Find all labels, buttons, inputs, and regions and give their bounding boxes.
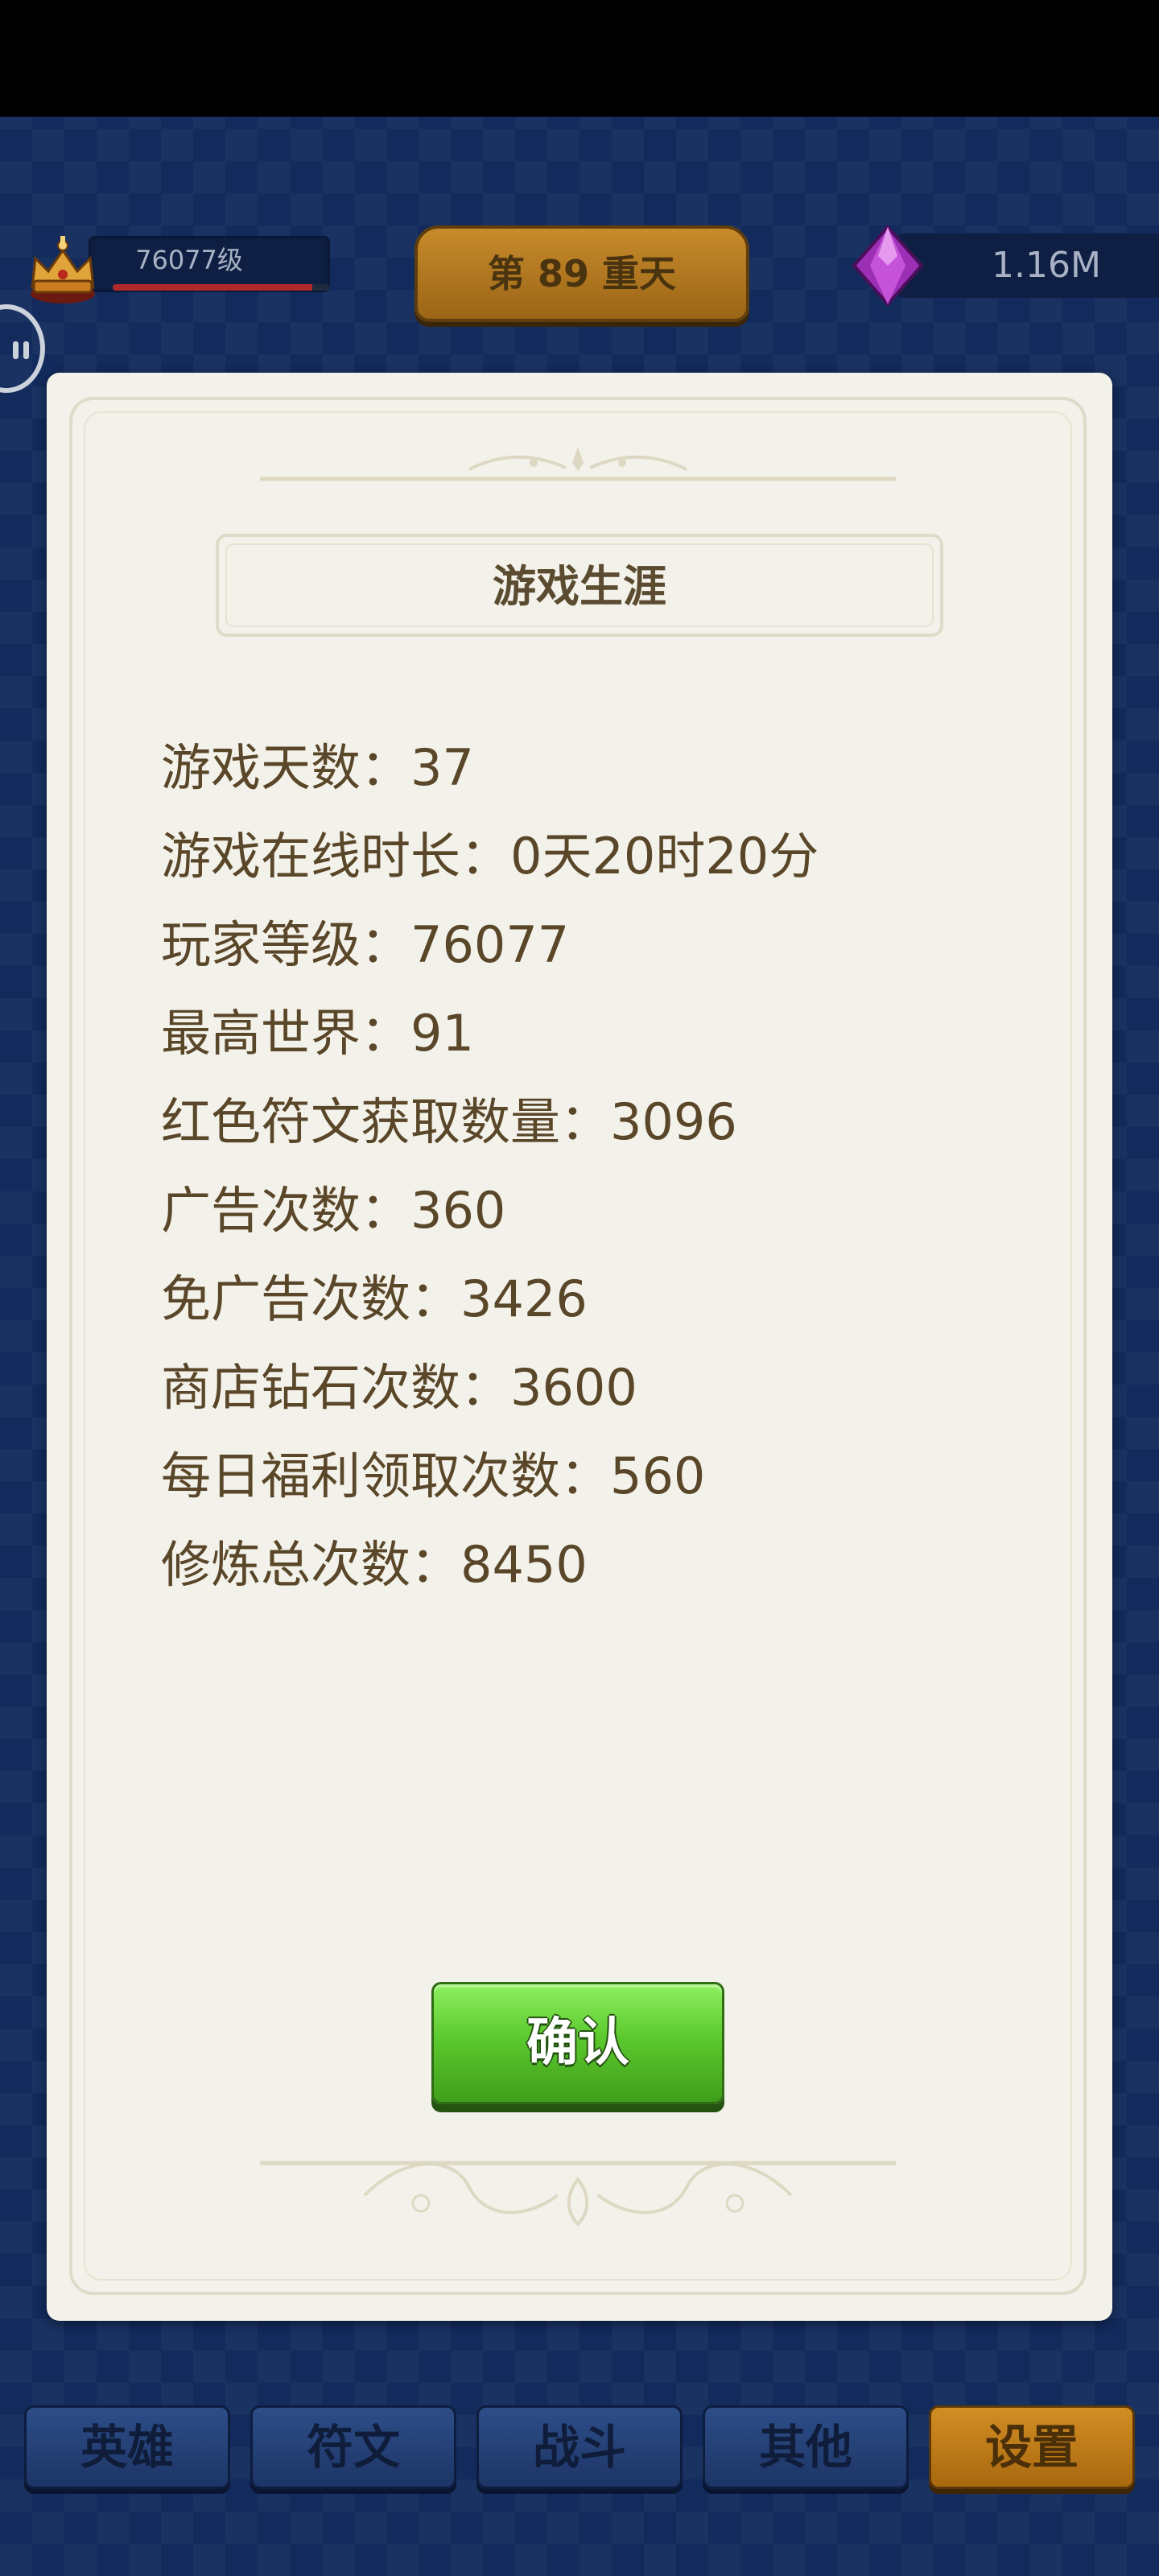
tab-other[interactable]: 其他 xyxy=(703,2405,909,2489)
title-plate: 游戏生涯 xyxy=(216,534,943,637)
tab-runes-label: 符文 xyxy=(306,2420,400,2475)
tab-battle-label: 战斗 xyxy=(532,2420,626,2475)
gem-amount: 1.16M xyxy=(992,245,1101,286)
side-drawer-handle-icon[interactable] xyxy=(0,304,45,393)
level-progress-fill xyxy=(113,284,313,291)
tab-other-label: 其他 xyxy=(758,2420,852,2475)
stat-online-time: 游戏在线时长：0天20时20分 xyxy=(161,827,819,886)
tab-heroes-label: 英雄 xyxy=(80,2420,174,2475)
confirm-button-label: 确认 xyxy=(526,2013,629,2073)
stat-training-count: 修炼总次数：8450 xyxy=(161,1535,588,1594)
tab-settings[interactable]: 设置 xyxy=(929,2405,1135,2489)
stat-highest-world: 最高世界：91 xyxy=(161,1004,474,1063)
level-progress-bar xyxy=(113,284,330,291)
floor-banner: 第 89 重天 xyxy=(415,225,749,322)
stat-shop-diamond-count: 商店钻石次数：3600 xyxy=(161,1358,637,1417)
stat-play-days: 游戏天数：37 xyxy=(161,738,474,797)
player-level-text: 76077级 xyxy=(135,245,243,275)
top-ornament xyxy=(260,447,896,481)
stat-red-runes: 红色符文获取数量：3096 xyxy=(161,1092,737,1151)
dialog-title: 游戏生涯 xyxy=(493,561,666,612)
tab-runes[interactable]: 符文 xyxy=(250,2405,456,2489)
bottom-tab-bar: 英雄 符文 战斗 其他 设置 xyxy=(24,2405,1135,2494)
stat-ad-free-count: 免广告次数：3426 xyxy=(161,1269,588,1328)
tab-battle[interactable]: 战斗 xyxy=(476,2405,683,2489)
game-career-dialog: 游戏生涯 游戏天数：37 游戏在线时长：0天20时20分 玩家等级：76077 … xyxy=(47,373,1112,2321)
crown-icon xyxy=(31,236,95,303)
purple-gem-icon xyxy=(852,224,924,308)
stat-daily-welfare-count: 每日福利领取次数：560 xyxy=(161,1447,706,1505)
tab-settings-label: 设置 xyxy=(984,2420,1079,2475)
stat-ad-count: 广告次数：360 xyxy=(161,1181,506,1240)
stat-player-level: 玩家等级：76077 xyxy=(161,915,570,974)
tab-heroes[interactable]: 英雄 xyxy=(24,2405,230,2489)
confirm-button[interactable]: 确认 xyxy=(431,1982,724,2104)
player-level-display[interactable]: 76077级 xyxy=(24,229,330,303)
career-stats-list: 游戏天数：37 游戏在线时长：0天20时20分 玩家等级：76077 最高世界：… xyxy=(161,724,1046,1609)
handle-dots xyxy=(13,341,29,359)
floor-text: 第 89 重天 xyxy=(487,252,677,295)
gem-counter[interactable]: 1.16M xyxy=(849,224,1159,308)
bottom-ornament xyxy=(260,2161,896,2227)
status-bar xyxy=(0,0,1159,117)
